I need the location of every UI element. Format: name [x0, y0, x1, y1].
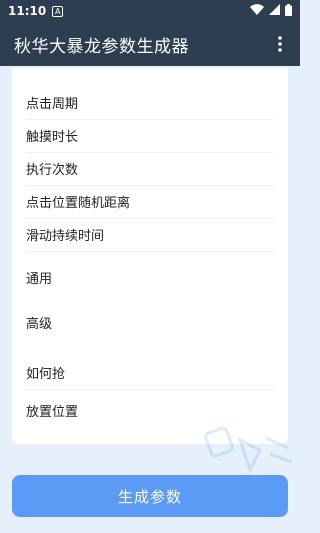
menu-item-label: 滑动持续时间 — [26, 229, 105, 244]
notification-icon: A — [52, 5, 64, 17]
menu-item-label: 触摸时长 — [26, 130, 79, 145]
status-time: 11:10 — [8, 4, 47, 18]
app-bar: 秋华大暴龙参数生成器 — [0, 22, 300, 66]
wifi-icon — [250, 4, 264, 18]
status-left: 11:10 A — [8, 4, 64, 18]
signal-icon — [269, 4, 280, 18]
menu-item-label: 放置位置 — [26, 405, 79, 420]
menu-item-touch-duration[interactable]: 触摸时长 — [26, 119, 274, 153]
status-bar: 11:10 A — [0, 0, 300, 22]
menu-item-label: 点击位置随机距离 — [26, 196, 131, 211]
status-icons — [250, 3, 292, 19]
menu-item-label: 如何抢 — [26, 367, 66, 382]
menu-item-advanced[interactable]: 高级 — [26, 306, 274, 339]
more-vertical-icon[interactable] — [270, 32, 290, 56]
menu-item-execution-count[interactable]: 执行次数 — [26, 152, 274, 186]
menu-item-label: 点击周期 — [26, 97, 79, 112]
app-title: 秋华大暴龙参数生成器 — [14, 36, 189, 57]
battery-icon — [285, 3, 292, 19]
menu-item-click-interval[interactable]: 点击周期 — [26, 86, 274, 120]
menu-item-how-to-grab[interactable]: 如何抢 — [26, 356, 274, 390]
menu-item-label: 高级 — [26, 317, 53, 332]
menu-card: 点击周期 触摸时长 执行次数 点击位置随机距离 滑动持续时间 通用 高级 如何抢… — [12, 68, 288, 444]
menu-item-label: 通用 — [26, 272, 53, 287]
menu-item-swipe-duration[interactable]: 滑动持续时间 — [26, 218, 274, 252]
menu-item-general[interactable]: 通用 — [26, 261, 274, 294]
menu-item-label: 执行次数 — [26, 163, 79, 178]
generate-parameters-button[interactable]: 生成参数 — [12, 475, 288, 517]
menu-item-click-random-distance[interactable]: 点击位置随机距离 — [26, 185, 274, 219]
